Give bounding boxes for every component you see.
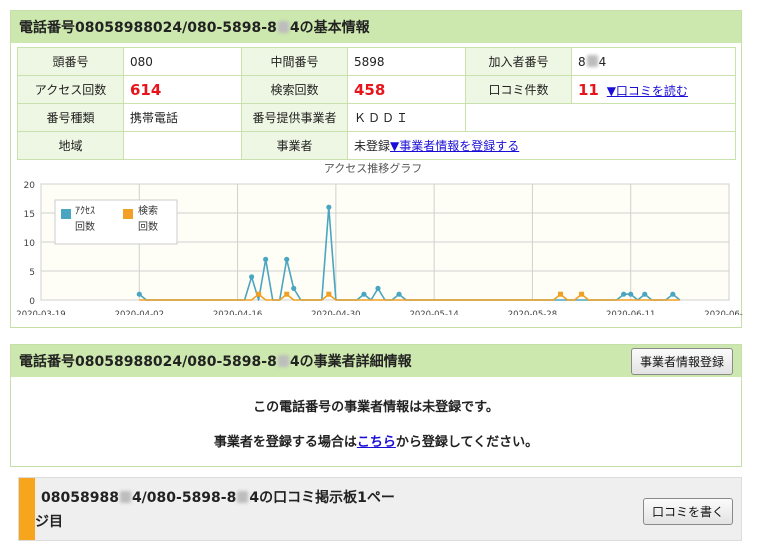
x-tick-label: 2020-06-25 [704,310,743,315]
table-row: 地域 事業者 未登録▼事業者情報を登録する [17,131,736,160]
data-point-access [263,256,269,262]
x-tick-label: 2020-05-14 [409,310,458,315]
register-here-link[interactable]: こちら [357,435,396,450]
legend-swatch-access [61,209,71,219]
table-row: 番号種類 携帯電話 番号提供事業者 ＫＤＤＩ [17,103,736,132]
review-board-panel: 08058988 4/080-5898-8 4の口コミ掲示板1ペー ジ目 口コミを書く [18,477,742,541]
label-business: 事業者 [241,131,348,160]
register-business-link[interactable]: ▼事業者情報を登録する [390,139,519,153]
business-detail-panel: 電話番号08058988024/080-5898-8 4の事業者詳細情報 事業者情… [10,344,742,467]
read-reviews-link[interactable]: ▼口コミを読む [607,84,688,98]
masked-digits [277,355,289,367]
x-tick-label: 2020-06-11 [606,310,655,315]
table-row: アクセス回数 614 検索回数 458 口コミ件数 11 ▼口コミを読む [17,75,736,104]
label-number-type: 番号種類 [17,103,124,132]
legend-label-search-cont: 回数 [138,220,158,233]
legend-label-search: 検索 [138,204,158,217]
x-tick-label: 2020-04-30 [311,310,360,315]
data-point-search [284,291,290,297]
data-point-access [361,291,367,297]
review-board-title: 08058988 4/080-5898-8 4の口コミ掲示板1ペー ジ目 [35,490,395,530]
value-business: 未登録▼事業者情報を登録する [347,131,736,160]
label-search-count: 検索回数 [241,75,348,104]
y-tick-label: 0 [29,297,35,307]
x-tick-label: 2020-04-16 [213,310,262,315]
basic-info-header: 電話番号08058988024/080-5898-8 4の基本情報 [11,11,741,43]
value-middle-number: 5898 [347,47,466,76]
value-prefix-number: 080 [123,47,242,76]
x-tick-label: 2020-05-28 [508,310,557,315]
value-review-count: 11 ▼口コミを読む [571,75,736,104]
data-point-access [375,285,381,291]
label-middle-number: 中間番号 [241,47,348,76]
board-accent-bar [19,478,35,540]
data-point-access [284,256,290,262]
data-point-access [291,285,297,291]
value-search-count: 458 [347,75,466,104]
register-business-button[interactable]: 事業者情報登録 [630,347,733,375]
masked-digits [277,21,289,33]
y-tick-label: 15 [24,210,35,220]
y-tick-label: 5 [29,268,35,278]
data-point-access [396,291,402,297]
access-chart-svg: アクセス推移グラフ 0 5 10 15 20 2020-03-19 2020-04-02 202… [16,161,753,320]
data-point-access [326,204,332,210]
label-access-count: アクセス回数 [17,75,124,104]
x-tick-label: 2020-04-02 [115,310,164,315]
empty-cell [465,103,736,132]
register-instruction: 事業者を登録する場合はこちらから登録してください。 [213,435,539,450]
data-point-access [642,291,648,297]
value-subscriber-number: 84 [571,47,736,76]
legend-box [54,199,178,245]
label-subscriber-number: 加入者番号 [465,47,572,76]
masked-digits [586,54,598,67]
label-carrier: 番号提供事業者 [241,103,348,132]
data-point-search [558,291,564,297]
legend-swatch-search [123,209,133,219]
label-prefix-number: 頭番号 [17,47,124,76]
y-tick-label: 10 [24,239,36,249]
data-point-search [579,291,585,297]
access-chart: アクセス推移グラフ 0 5 10 15 20 2020-03-19 2020-04-02 202… [11,160,753,320]
basic-info-table: 頭番号 080 中間番号 5898 加入者番号 84 アクセス回数 614 検索… [17,47,736,160]
x-tick-label: 2020-03-19 [16,310,65,315]
data-point-access [136,291,142,297]
business-detail-title: 電話番号08058988024/080-5898-8 4の事業者詳細情報 [19,354,412,370]
value-number-type: 携帯電話 [123,103,242,132]
masked-digits [237,491,249,503]
data-point-search [326,291,332,297]
write-review-button[interactable]: 口コミを書く [642,498,733,525]
legend-label-access: ｱｸｾｽ [75,205,95,217]
legend-label-access-cont: 回数 [75,220,95,233]
label-region: 地域 [17,131,124,160]
basic-info-title: 電話番号08058988024/080-5898-8 4の基本情報 [19,20,370,36]
data-point-access [628,291,634,297]
chart-title: アクセス推移グラフ [324,161,422,175]
label-review-count: 口コミ件数 [465,75,572,104]
masked-digits [119,491,131,503]
table-row: 頭番号 080 中間番号 5898 加入者番号 84 [17,47,736,76]
value-carrier: ＫＤＤＩ [347,103,466,132]
data-point-access [249,274,255,280]
data-point-access [621,291,627,297]
unregistered-message: この電話番号の事業者情報は未登録です。 [253,400,499,415]
data-point-access [670,291,676,297]
value-region [123,131,242,160]
business-detail-header: 電話番号08058988024/080-5898-8 4の事業者詳細情報 事業者情… [11,345,741,377]
basic-info-panel: 電話番号08058988024/080-5898-8 4の基本情報 頭番号 080… [10,10,754,328]
data-point-search [256,291,262,297]
value-access-count: 614 [123,75,242,104]
y-tick-label: 20 [24,181,36,191]
